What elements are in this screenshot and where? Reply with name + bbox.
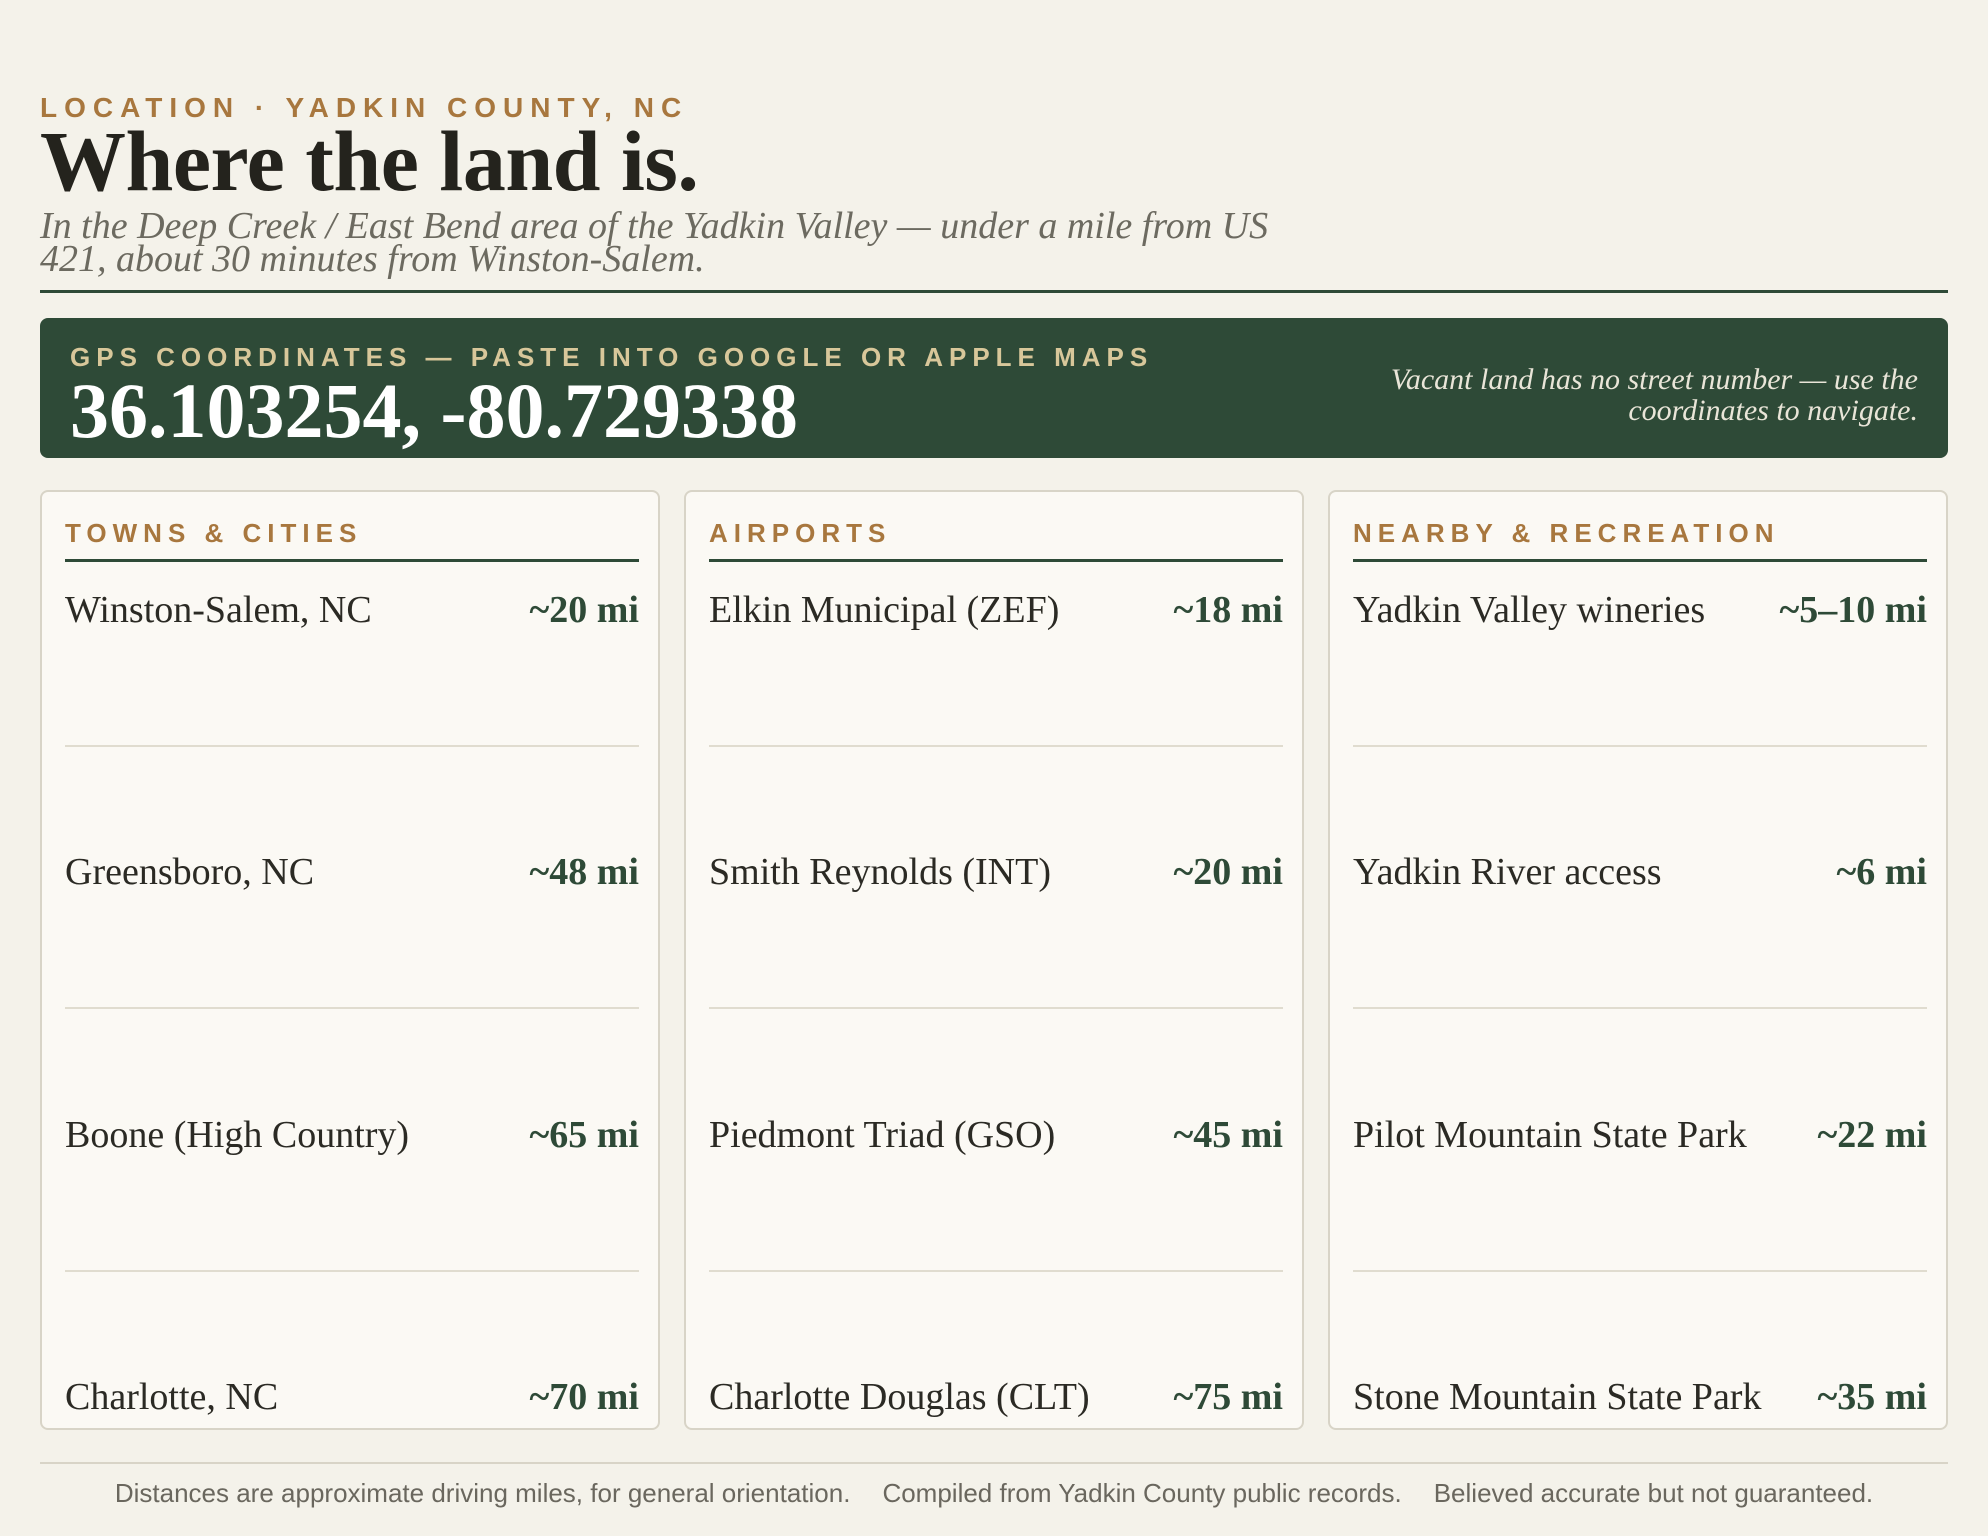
row-divider [709, 1270, 1283, 1272]
page-subtitle: In the Deep Creek / East Bend area of th… [40, 205, 1269, 280]
place-distance: ~6 mi [1836, 851, 1927, 893]
place-name: Winston-Salem, NC [65, 589, 372, 631]
row-divider [65, 1270, 639, 1272]
place-name: Pilot Mountain State Park [1353, 1114, 1747, 1156]
place-distance: ~20 mi [529, 589, 639, 631]
place-distance: ~18 mi [1173, 589, 1283, 631]
card-heading: NEARBY & RECREATION [1353, 518, 1927, 562]
list-item: Stone Mountain State Park ~35 mi [1353, 1375, 1927, 1419]
list-item: Elkin Municipal (ZEF) ~18 mi [709, 588, 1283, 632]
place-name: Charlotte Douglas (CLT) [709, 1376, 1090, 1418]
place-name: Boone (High Country) [65, 1114, 410, 1156]
card-airports: AIRPORTS Elkin Municipal (ZEF) ~18 mi Sm… [684, 490, 1304, 1430]
place-name: Yadkin Valley wineries [1353, 589, 1706, 631]
place-distance: ~45 mi [1173, 1114, 1283, 1156]
footer-note: Distances are approximate driving miles,… [114, 1478, 851, 1508]
row-divider [1353, 745, 1927, 747]
distance-cards: TOWNS & CITIES Winston-Salem, NC ~20 mi … [40, 490, 1948, 1432]
row-divider [709, 745, 1283, 747]
place-distance: ~65 mi [529, 1114, 639, 1156]
list-item: Boone (High Country) ~65 mi [65, 1113, 639, 1157]
gps-note: Vacant land has no street number — use t… [1390, 363, 1918, 427]
place-name: Elkin Municipal (ZEF) [709, 589, 1060, 631]
row-divider [1353, 1007, 1927, 1009]
list-item: Yadkin River access ~6 mi [1353, 850, 1927, 894]
place-distance: ~22 mi [1817, 1114, 1927, 1156]
footer: Distances are approximate driving miles,… [40, 1478, 1948, 1509]
list-item: Winston-Salem, NC ~20 mi [65, 588, 639, 632]
page-title: Where the land is. [40, 113, 699, 209]
list-item: Greensboro, NC ~48 mi [65, 850, 639, 894]
place-distance: ~48 mi [529, 851, 639, 893]
place-distance: ~70 mi [529, 1376, 639, 1418]
header-divider [40, 290, 1948, 293]
place-name: Charlotte, NC [65, 1376, 279, 1418]
place-distance: ~5–10 mi [1779, 589, 1927, 631]
list-item: Piedmont Triad (GSO) ~45 mi [709, 1113, 1283, 1157]
footer-note: Believed accurate but not guaranteed. [1433, 1478, 1874, 1508]
footer-divider [40, 1462, 1948, 1464]
location-page: LOCATION · YADKIN COUNTY, NC Where the l… [40, 0, 1948, 1536]
row-divider [65, 1007, 639, 1009]
footer-note: Compiled from Yadkin County public recor… [882, 1478, 1402, 1508]
place-name: Smith Reynolds (INT) [709, 851, 1051, 893]
place-distance: ~75 mi [1173, 1376, 1283, 1418]
gps-banner: GPS COORDINATES — PASTE INTO GOOGLE OR A… [40, 318, 1948, 458]
list-item: Charlotte Douglas (CLT) ~75 mi [709, 1375, 1283, 1419]
card-towns-cities: TOWNS & CITIES Winston-Salem, NC ~20 mi … [40, 490, 660, 1430]
place-distance: ~35 mi [1817, 1376, 1927, 1418]
place-name: Piedmont Triad (GSO) [709, 1114, 1056, 1156]
row-divider [1353, 1270, 1927, 1272]
card-heading: TOWNS & CITIES [65, 518, 639, 562]
gps-coordinates[interactable]: 36.103254, -80.729338 [70, 372, 798, 450]
list-item: Charlotte, NC ~70 mi [65, 1375, 639, 1419]
list-item: Pilot Mountain State Park ~22 mi [1353, 1113, 1927, 1157]
place-name: Greensboro, NC [65, 851, 315, 893]
card-heading: AIRPORTS [709, 518, 1283, 562]
card-nearby-recreation: NEARBY & RECREATION Yadkin Valley wineri… [1328, 490, 1948, 1430]
row-divider [709, 1007, 1283, 1009]
list-item: Smith Reynolds (INT) ~20 mi [709, 850, 1283, 894]
place-distance: ~20 mi [1173, 851, 1283, 893]
place-name: Stone Mountain State Park [1353, 1376, 1762, 1418]
list-item: Yadkin Valley wineries ~5–10 mi [1353, 588, 1927, 632]
row-divider [65, 745, 639, 747]
place-name: Yadkin River access [1353, 851, 1662, 893]
